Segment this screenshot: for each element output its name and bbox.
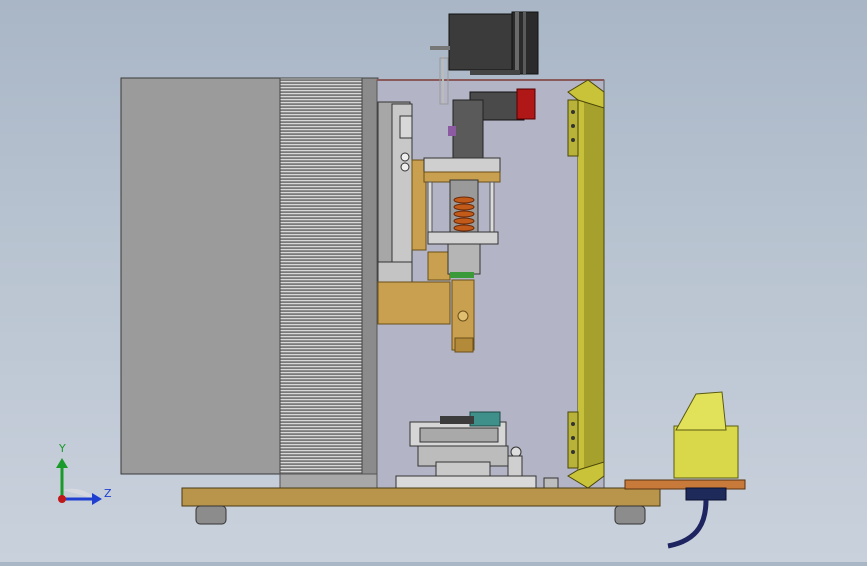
assembly-drawing <box>56 11 746 549</box>
axis-triad <box>56 458 102 505</box>
base-plate-icon[interactable] <box>181 487 661 525</box>
slide-rail-icon[interactable] <box>377 101 413 283</box>
housing-panel-icon[interactable] <box>120 77 282 475</box>
spring-icon <box>453 196 475 232</box>
y-axis-label: Y <box>59 442 66 455</box>
heat-sink-icon[interactable] <box>279 77 379 489</box>
cad-viewport[interactable]: Y Z <box>0 0 867 562</box>
z-axis-label: Z <box>104 487 112 500</box>
